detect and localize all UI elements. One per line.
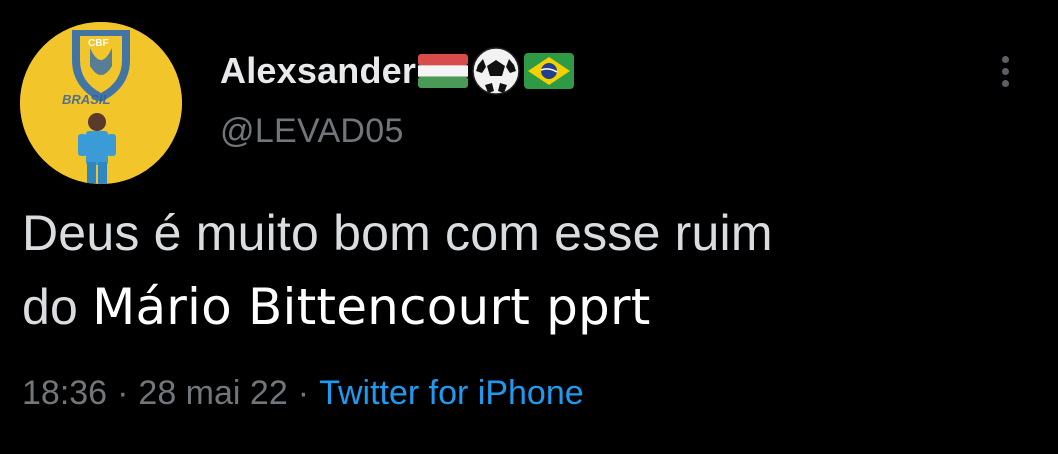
more-options-button[interactable] <box>996 52 1016 92</box>
tweet-metadata: 18:36 · 28 mai 22 · Twitter for iPhone <box>22 374 584 413</box>
tweet-text-line1: Deus é muito bom com esse ruim <box>22 205 773 261</box>
separator-dot: · <box>297 374 310 412</box>
edited-overlay-text: Mário Bittencourt pprt <box>92 278 651 336</box>
hungary-flag-icon <box>418 54 469 88</box>
tweet-time[interactable]: 18:36 <box>22 374 107 413</box>
soccer-ball-icon <box>470 45 522 97</box>
separator-dot: · <box>117 374 129 412</box>
display-name[interactable]: Alexsander <box>220 50 416 92</box>
tweet-source-link[interactable]: Twitter for iPhone <box>319 374 584 413</box>
avatar-badge-text: CBF <box>88 38 109 49</box>
tweet-date[interactable]: 28 mai 22 <box>138 374 287 413</box>
tweet-card: CBF BRASIL Alexsander @LEVAD05 Deus é mu… <box>0 0 1058 454</box>
tweet-text: Deus é muito bom com esse ruim do Mário … <box>22 196 1032 344</box>
more-dot-icon <box>1002 56 1009 63</box>
display-name-row[interactable]: Alexsander <box>220 45 575 97</box>
more-dot-icon <box>1002 68 1009 75</box>
avatar[interactable]: CBF BRASIL <box>20 22 182 184</box>
tweet-text-line2-start: do <box>22 279 79 335</box>
more-dot-icon <box>1002 80 1009 87</box>
brazil-flag-icon <box>524 53 575 89</box>
user-handle[interactable]: @LEVAD05 <box>220 112 404 151</box>
avatar-banner-text: BRASIL <box>62 92 110 107</box>
avatar-image: CBF BRASIL <box>20 22 182 184</box>
